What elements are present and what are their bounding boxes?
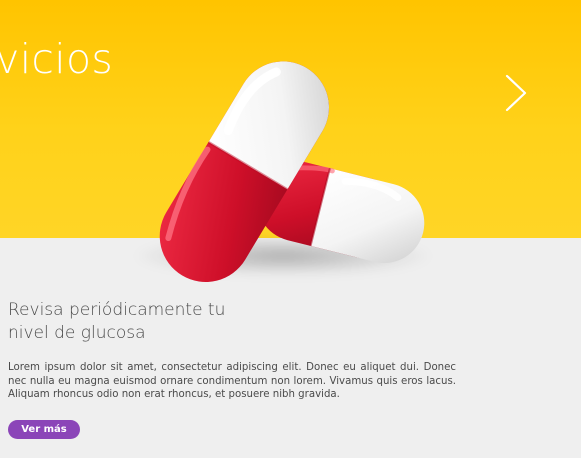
services-carousel-page: rvicios: [0, 0, 581, 458]
next-arrow-icon[interactable]: [503, 74, 529, 112]
article-section: Revisa periódicamente tu nivel de glucos…: [8, 299, 458, 402]
hero-title: rvicios: [0, 35, 113, 83]
article-body: Lorem ipsum dolor sit amet, consectetur …: [8, 362, 456, 400]
ver-mas-button[interactable]: Ver más: [8, 420, 80, 439]
capsules-image: [133, 61, 433, 283]
article-headline: Revisa periódicamente tu nivel de glucos…: [8, 300, 226, 343]
